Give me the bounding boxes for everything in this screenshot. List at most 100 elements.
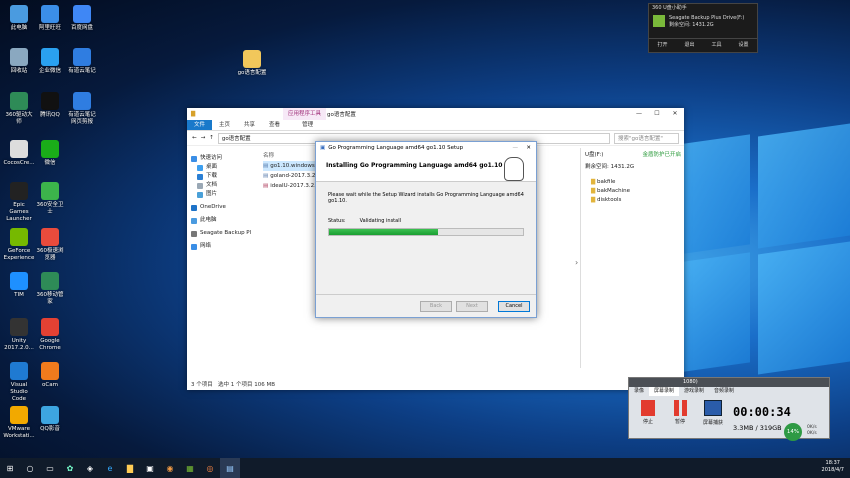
epic-icon	[10, 182, 28, 200]
protection-badge[interactable]: 金盾防护已开启	[642, 150, 681, 158]
screen-recorder: 1080) 录像 屏幕录制 游戏录制 音频录制 停止 暂停 屏幕捕获 00:00…	[628, 377, 830, 441]
desktop-icon-baidu-netdisk[interactable]: 百度网盘	[66, 5, 98, 32]
popup-title: 360 U盘小助手	[652, 5, 687, 11]
desktop-icon-qq-player[interactable]: QQ影音	[34, 406, 66, 433]
nav-network[interactable]: 网络	[191, 242, 259, 251]
popup-open-button[interactable]: 打开	[657, 41, 667, 48]
nav-desktop[interactable]: 桌面	[191, 163, 259, 172]
desktop-icon-vscode[interactable]: Visual Studio Code	[3, 362, 35, 403]
installer-message: Please wait while the Setup Wizard insta…	[328, 192, 524, 204]
desktop-icon-chrome[interactable]: Google Chrome	[34, 318, 66, 352]
desktop-icon-folder[interactable]: go语言配置	[236, 50, 268, 77]
desktop-icon-youdao-note[interactable]: 有道云笔记	[66, 48, 98, 75]
tab-share[interactable]: 共享	[237, 120, 262, 130]
column-header-name[interactable]: 名称	[263, 151, 323, 161]
desktop-icon-label: 回收站	[10, 68, 28, 74]
nav-quick-access[interactable]: 快速访问	[191, 154, 259, 163]
desktop-icon-wechat[interactable]: 微信	[34, 140, 66, 167]
file-list: 名称 ▤ go1.10.windows... ▤ goland-2017.3.2..…	[263, 151, 323, 191]
app-icon[interactable]: ◈	[80, 458, 100, 478]
system-clock[interactable]: 18:37 2018/4/7	[822, 460, 844, 474]
desktop-icon-epic[interactable]: Epic Games Launcher	[3, 182, 35, 223]
tab-manage[interactable]: 管理	[295, 120, 320, 130]
desktop-icon-ocam[interactable]: oCam	[34, 362, 66, 389]
file-row[interactable]: ▤ goland-2017.3.2...	[263, 171, 323, 181]
desktop-icon-360-driver[interactable]: 360驱动大师	[3, 92, 35, 126]
folder-item[interactable]: ▇ bakfile	[591, 178, 675, 187]
chrome-icon	[41, 318, 59, 336]
file-row[interactable]: ▤ go1.10.windows...	[263, 161, 323, 171]
desktop-icon-label: 此电脑	[10, 25, 28, 31]
folder-item[interactable]: ▇ disktools	[591, 196, 675, 205]
nav-documents[interactable]: 文档	[191, 181, 259, 190]
popup-settings-button[interactable]: 设置	[738, 41, 748, 48]
desktop-icon-label: 百度网盘	[70, 25, 93, 31]
ocam-icon[interactable]: ◎	[200, 458, 220, 478]
desktop-icon-unity[interactable]: Unity 2017.2.0...	[3, 318, 35, 352]
up-arrow-icon[interactable]: ↑	[209, 135, 214, 141]
window-title: go语言配置	[327, 112, 356, 118]
back-button[interactable]: Back	[420, 300, 452, 312]
desktop-icon-cocos[interactable]: CocosCre...	[3, 140, 35, 167]
desktop-icon-360-browser[interactable]: 360极速浏览器	[34, 228, 66, 262]
folder-item[interactable]: ▇ bakMachine	[591, 187, 675, 196]
back-arrow-icon[interactable]: ←	[192, 135, 197, 141]
next-button[interactable]: Next	[456, 300, 488, 312]
desktop-icon-360-security[interactable]: 360安全卫士	[34, 182, 66, 216]
capture-button[interactable]: 屏幕捕获	[703, 400, 723, 426]
search-icon[interactable]: ○	[20, 458, 40, 478]
app-icon[interactable]: ▦	[180, 458, 200, 478]
chevron-right-icon[interactable]: ›	[575, 258, 578, 267]
maximize-button[interactable]: ☐	[648, 108, 666, 120]
tab-file[interactable]: 文件	[187, 120, 213, 130]
tab-audio-record[interactable]: 音频录制	[709, 387, 739, 396]
task-view-icon[interactable]: ▭	[40, 458, 60, 478]
nav-seagate[interactable]: Seagate Backup Pl	[191, 229, 259, 238]
edge-icon[interactable]: e	[100, 458, 120, 478]
nav-pictures[interactable]: 图片	[191, 190, 259, 199]
desktop-icon-geforce[interactable]: GeForce Experience	[3, 228, 35, 262]
desktop-icon-label: 360驱动大师	[5, 112, 33, 125]
desktop-icon-recycle-bin[interactable]: 回收站	[3, 48, 35, 75]
nav-this-pc[interactable]: 此电脑	[191, 216, 259, 225]
desktop-icon-qq[interactable]: 腾讯QQ	[34, 92, 66, 119]
cloud-icon	[191, 204, 197, 211]
start-button[interactable]: ⊞	[0, 458, 20, 478]
nav-downloads[interactable]: 下载	[191, 172, 259, 181]
cancel-button[interactable]: Cancel	[498, 300, 530, 312]
file-explorer-icon[interactable]: ▇	[120, 458, 140, 478]
aliwangwang-icon	[41, 5, 59, 23]
desktop-icon-youdao-clip[interactable]: 有道云笔记网页剪报	[66, 92, 98, 126]
tab-view[interactable]: 查看	[262, 120, 287, 130]
installer-taskbar-icon[interactable]: ▤	[220, 458, 240, 478]
desktop-icon-computer[interactable]: 此电脑	[3, 5, 35, 32]
tab-home[interactable]: 主页	[212, 120, 237, 130]
file-row[interactable]: ▤ideaIU-2017.3.2.win...	[263, 181, 323, 191]
youdao-clip-icon	[73, 92, 91, 110]
search-input[interactable]: 搜索"go语言配置"	[614, 132, 679, 144]
tab-game-record[interactable]: 游戏录制	[679, 387, 709, 396]
pause-button[interactable]: 暂停	[673, 400, 687, 425]
store-icon[interactable]: ▣	[140, 458, 160, 478]
chrome-icon[interactable]: ◉	[160, 458, 180, 478]
minimize-button[interactable]: —	[630, 108, 648, 120]
navigation-pane: 快速访问 桌面 下载 文档 图片 OneDrive 此电脑 Seagate Ba…	[191, 154, 259, 251]
desktop-icon-360-mobile[interactable]: 360移动管家	[34, 272, 66, 306]
desktop-icon-aliwangwang[interactable]: 阿里旺旺	[34, 5, 66, 32]
popup-tools-button[interactable]: 工具	[711, 41, 721, 48]
tab-record[interactable]: 录像	[629, 387, 649, 396]
nav-onedrive[interactable]: OneDrive	[191, 203, 259, 212]
app-icon[interactable]: ✿	[60, 458, 80, 478]
minimize-button[interactable]: —	[513, 145, 519, 151]
close-button[interactable]: ✕	[526, 145, 531, 151]
close-button[interactable]: ✕	[666, 108, 684, 120]
status-bar: 3 个项目 选中 1 个项目 106 MB	[191, 380, 275, 388]
forward-arrow-icon[interactable]: →	[201, 135, 206, 141]
popup-eject-button[interactable]: 退出	[684, 41, 694, 48]
tab-screen-record[interactable]: 屏幕录制	[649, 387, 680, 396]
context-tab[interactable]: 应用程序工具	[283, 108, 327, 120]
desktop-icon-tim[interactable]: TIM	[3, 272, 35, 299]
desktop-icon-wecom[interactable]: 企业微信	[34, 48, 66, 75]
stop-button[interactable]: 停止	[641, 400, 655, 425]
desktop-icon-vmware[interactable]: VMware Workstati...	[3, 406, 35, 440]
